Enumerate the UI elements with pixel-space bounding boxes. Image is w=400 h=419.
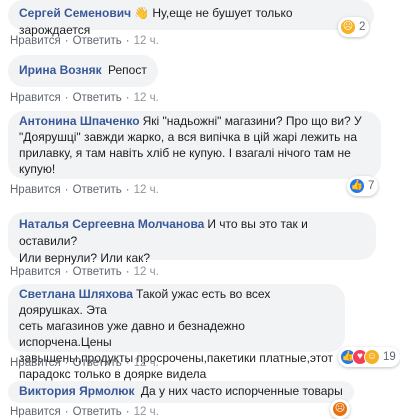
comment-line: Антонина Шпаченко Які "надьожні" магазини…: [19, 113, 370, 129]
comment-actions: Нравится · Ответить · 12 ч.: [10, 35, 159, 47]
separator: ·: [125, 184, 130, 196]
separator: ·: [125, 266, 130, 278]
separator: ·: [125, 406, 130, 418]
comment-bubble: Наталья Сергеевна Молчанова И что вы это …: [8, 212, 376, 265]
comment-bubble: Ирина Возняк Репост: [8, 55, 158, 87]
separator: ·: [64, 406, 69, 418]
waving-hand-icon: 👋: [134, 6, 150, 20]
haha-icon: ☺: [364, 349, 380, 365]
separator: ·: [64, 92, 69, 104]
like-link[interactable]: Нравится: [10, 184, 61, 196]
comment-actions: Нравится · Ответить · 12 ч.: [10, 357, 159, 369]
comment-bubble: Виктория Ярмолюк Да у них часто испорчен…: [8, 381, 354, 403]
reaction-icons: 👍 ♥ ☺: [340, 349, 380, 365]
comment-actions: Нравится · Ответить · 12 ч.: [10, 92, 159, 104]
reaction-summary[interactable]: ☹: [330, 399, 350, 419]
comment-author[interactable]: Антонина Шпаченко: [19, 114, 140, 128]
comment-text: Які "надьожні" магазини? Про що ви? У: [142, 114, 362, 128]
like-icon: 👍: [349, 178, 365, 194]
comment-actions: Нравится · Ответить · 12 ч.: [10, 406, 159, 418]
comment-actions: Нравится · Ответить · 12 ч.: [10, 184, 159, 196]
comment-line: "Доярушці" завжди жарко, а вся випічка в…: [19, 130, 357, 144]
reply-link[interactable]: Ответить: [73, 184, 122, 196]
reply-link[interactable]: Ответить: [73, 35, 122, 47]
like-link[interactable]: Нравится: [10, 35, 61, 47]
comment-text: Репост: [108, 63, 147, 77]
separator: ·: [64, 357, 69, 369]
reply-link[interactable]: Ответить: [73, 266, 122, 278]
sad-face-icon: ☹: [340, 19, 356, 35]
timestamp[interactable]: 12 ч.: [134, 406, 159, 418]
like-link[interactable]: Нравится: [10, 357, 61, 369]
separator: ·: [64, 184, 69, 196]
like-link[interactable]: Нравится: [10, 266, 61, 278]
comment-actions: Нравится · Ответить · 12 ч.: [10, 266, 159, 278]
reaction-summary[interactable]: 👍 ♥ ☺ 19: [338, 347, 400, 367]
reaction-summary[interactable]: 👍 7: [347, 176, 379, 196]
angry-face-icon: ☹: [332, 401, 348, 417]
reaction-summary[interactable]: ☹ 2: [338, 17, 370, 37]
timestamp[interactable]: 12 ч.: [134, 266, 159, 278]
comment-bubble: Антонина Шпаченко Які "надьожні" магазини…: [8, 111, 381, 179]
comment-author[interactable]: Виктория Ярмолюк: [19, 384, 135, 398]
reply-link[interactable]: Ответить: [73, 357, 122, 369]
comment-author[interactable]: Сергей Семенович: [19, 6, 131, 20]
reply-link[interactable]: Ответить: [73, 92, 122, 104]
like-link[interactable]: Нравится: [10, 92, 61, 104]
comment-bubble: Светлана Шляхова Такой ужас есть во всех …: [8, 284, 345, 381]
reaction-count: 7: [368, 180, 375, 192]
reaction-count: 2: [359, 21, 366, 33]
comment-author[interactable]: Светлана Шляхова: [19, 287, 133, 301]
comment-bubble: Сергей Семенович 👋 Ну,еще не бушует тольк…: [8, 0, 374, 37]
like-link[interactable]: Нравится: [10, 406, 61, 418]
comment-line: прилавку, я там навіть хліб не купую. І …: [19, 146, 351, 160]
comment-line: Наталья Сергеевна Молчанова И что вы это …: [19, 216, 365, 250]
comment-line: Или вернули? Или как?: [19, 251, 151, 265]
reply-link[interactable]: Ответить: [73, 406, 122, 418]
comment-text: Да у них часто испорченные товары: [140, 384, 343, 398]
reaction-count: 19: [383, 351, 396, 363]
timestamp[interactable]: 12 ч.: [134, 35, 159, 47]
comment-author[interactable]: Ирина Возняк: [19, 63, 102, 77]
comment-line: Светлана Шляхова Такой ужас есть во всех …: [19, 286, 334, 318]
comment-line: купую!: [19, 162, 56, 176]
comment-author[interactable]: Наталья Сергеевна Молчанова: [19, 217, 204, 231]
separator: ·: [64, 266, 69, 278]
timestamp[interactable]: 12 ч.: [134, 357, 159, 369]
comment-line: сеть магазинов уже давно и безнадежно ис…: [19, 319, 245, 349]
separator: ·: [64, 35, 69, 47]
separator: ·: [125, 92, 130, 104]
separator: ·: [125, 35, 130, 47]
timestamp[interactable]: 12 ч.: [134, 92, 159, 104]
separator: ·: [125, 357, 130, 369]
timestamp[interactable]: 12 ч.: [134, 184, 159, 196]
